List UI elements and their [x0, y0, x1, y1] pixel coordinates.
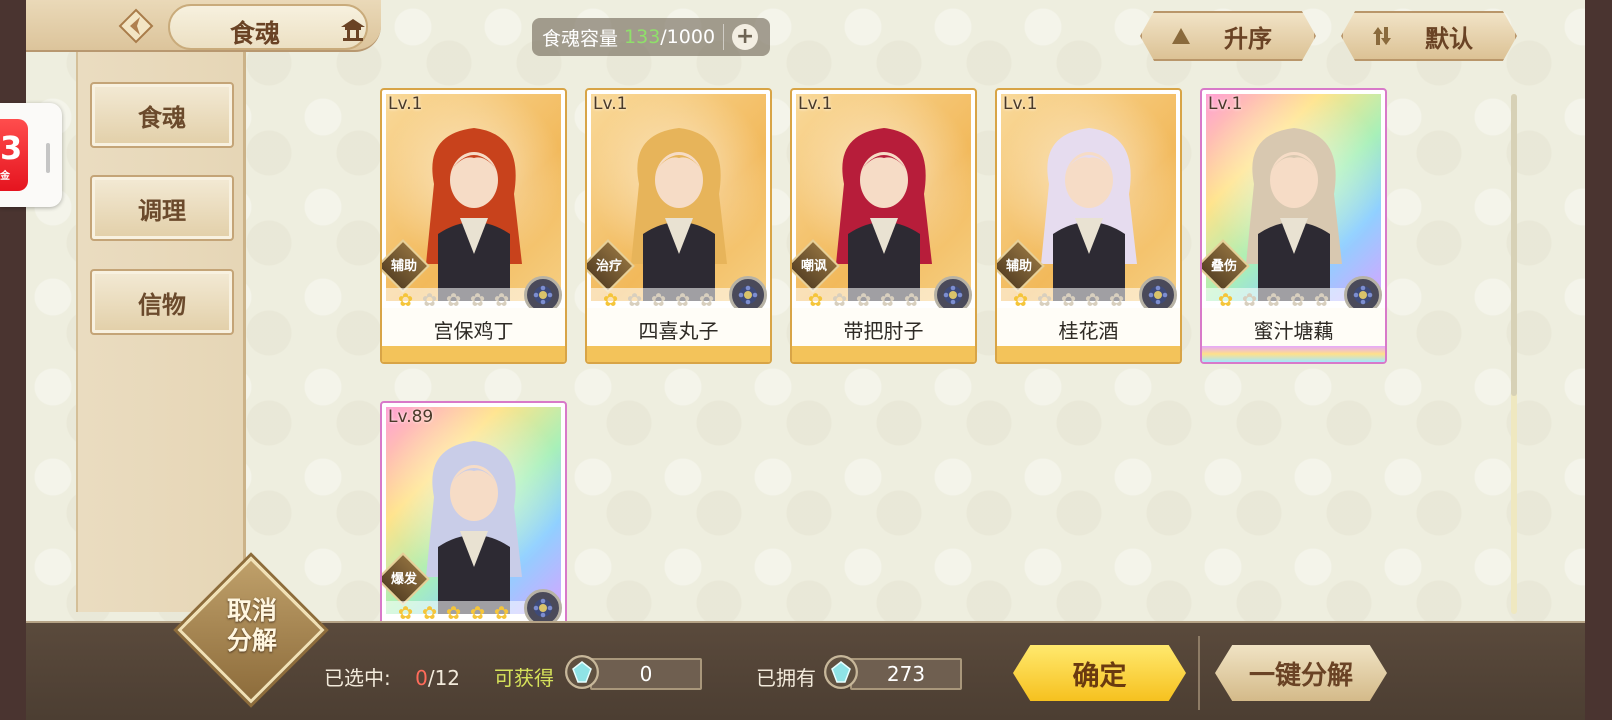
- character-portrait: [426, 128, 522, 301]
- triangle-up-icon: [1172, 28, 1190, 44]
- confirm-button[interactable]: 确定: [1013, 645, 1186, 701]
- character-portrait: [631, 128, 727, 301]
- capacity-current: 133: [624, 26, 661, 48]
- card-name: 蜜汁塘藕: [1253, 319, 1334, 343]
- selected-max: /12: [427, 666, 461, 690]
- decompose-all-button[interactable]: 一键分解: [1215, 645, 1387, 701]
- selected-count: 已选中: 0/12: [324, 662, 460, 691]
- selected-label: 已选中:: [324, 666, 391, 690]
- card-level: Lv.89: [388, 407, 434, 427]
- obtainable-label: 可获得: [494, 666, 554, 690]
- soul-card[interactable]: Lv.1 辅助 ✿ ✿ ✿ ✿ ✿ 宫保鸡丁: [380, 88, 567, 364]
- card-level: Lv.1: [1208, 94, 1243, 114]
- capacity-divider: [723, 24, 725, 50]
- card-name: 四喜丸子: [638, 319, 719, 343]
- soul-card[interactable]: Lv.1 叠伤 ✿ ✿ ✿ ✿ ✿ 蜜汁塘藕: [1200, 88, 1387, 364]
- decompose-all-label: 一键分解: [1248, 660, 1353, 691]
- role-label: 嘲讽: [800, 259, 827, 274]
- back-arrow-icon: [118, 8, 154, 44]
- scrollbar-thumb[interactable]: [1511, 94, 1517, 396]
- soul-card[interactable]: Lv.1 治疗 ✿ ✿ ✿ ✿ ✿ 四喜丸子: [585, 88, 772, 364]
- role-label: 辅助: [1005, 259, 1032, 274]
- drag-handle[interactable]: [46, 143, 50, 173]
- character-portrait: [1246, 128, 1342, 301]
- owned-label: 已拥有: [756, 666, 816, 690]
- obtainable-value-box: 0: [590, 658, 702, 690]
- crystal-icon: [824, 655, 858, 689]
- bottom-divider: [1198, 636, 1200, 710]
- sort-mode-button[interactable]: 默认: [1341, 11, 1517, 61]
- sidebar-item-token[interactable]: 信物: [90, 269, 234, 335]
- card-level: Lv.1: [388, 94, 423, 114]
- soul-card[interactable]: Lv.1 嘲讽 ✿ ✿ ✿ ✿ ✿ 带把肘子: [790, 88, 977, 364]
- owned-value: 273: [886, 662, 926, 686]
- card-name: 桂花酒: [1058, 319, 1119, 343]
- page-title: 食魂: [230, 19, 281, 48]
- widget-number: 3: [0, 129, 23, 167]
- add-capacity-button[interactable]: +: [732, 24, 759, 50]
- card-name: 带把肘子: [843, 319, 924, 343]
- sidebar-item-label: 食魂: [138, 102, 186, 132]
- sort-arrows-icon: [1373, 27, 1391, 45]
- soul-card[interactable]: Lv.1 辅助 ✿ ✿ ✿ ✿ ✿ 桂花酒: [995, 88, 1182, 364]
- sort-order-label: 升序: [1224, 23, 1272, 53]
- role-label: 爆发: [390, 572, 417, 587]
- right-frame: [1585, 0, 1612, 720]
- selected-current: 0: [415, 666, 428, 690]
- sidebar-item-cook[interactable]: 调理: [90, 175, 234, 241]
- red-badge: 3金: [0, 119, 28, 191]
- role-label: 叠伤: [1210, 259, 1237, 274]
- card-name: 宫保鸡丁: [433, 319, 514, 343]
- card-level: Lv.1: [798, 94, 833, 114]
- capacity-count: 133/1000: [624, 26, 715, 48]
- pavilion-icon[interactable]: [340, 18, 366, 42]
- sort-mode-label: 默认: [1425, 23, 1473, 53]
- floating-side-widget[interactable]: 3金: [0, 103, 62, 207]
- header-title-box: 食魂: [168, 4, 368, 50]
- sidebar-item-label: 调理: [138, 195, 186, 225]
- character-portrait: [426, 441, 522, 614]
- character-portrait: [1041, 128, 1137, 301]
- sidebar-item-soul[interactable]: 食魂: [90, 82, 234, 148]
- crystal-icon: [565, 655, 599, 689]
- character-portrait: [836, 128, 932, 301]
- capacity-label: 食魂容量: [542, 27, 619, 50]
- sidebar-item-label: 信物: [138, 289, 186, 319]
- sidebar: 食魂 调理 信物: [76, 52, 246, 612]
- sort-order-button[interactable]: 升序: [1140, 11, 1316, 61]
- back-button[interactable]: [108, 6, 164, 46]
- card-level: Lv.1: [593, 94, 628, 114]
- owned-value-box: 273: [850, 658, 962, 690]
- soul-capacity: 食魂容量 133/1000 +: [532, 18, 770, 56]
- obtainable-value: 0: [639, 662, 653, 686]
- confirm-label: 确定: [1072, 660, 1127, 692]
- capacity-max: /1000: [660, 26, 716, 48]
- widget-small-text: 金: [0, 171, 10, 182]
- role-label: 辅助: [390, 259, 417, 274]
- card-level: Lv.1: [1003, 94, 1038, 114]
- role-label: 治疗: [595, 259, 622, 274]
